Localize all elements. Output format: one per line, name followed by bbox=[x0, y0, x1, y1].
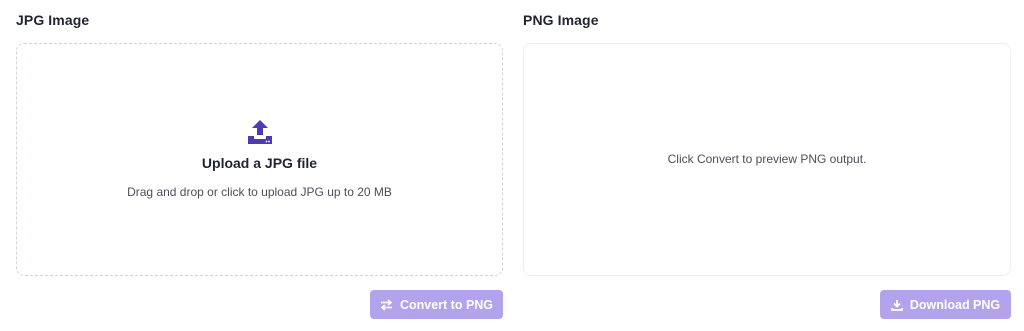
converter-root: JPG Image Upload a JPG file Drag and dro… bbox=[0, 0, 1024, 331]
upload-title: Upload a JPG file bbox=[201, 155, 318, 171]
convert-button-label: Convert to PNG bbox=[399, 297, 494, 312]
download-png-button[interactable]: Download PNG bbox=[880, 290, 1011, 319]
jpg-panel-title: JPG Image bbox=[16, 12, 90, 28]
download-icon bbox=[890, 299, 903, 311]
png-panel-title: PNG Image bbox=[523, 12, 599, 28]
upload-icon bbox=[246, 118, 274, 146]
png-preview-area: Click Convert to preview PNG output. bbox=[523, 43, 1011, 276]
swap-arrows-icon bbox=[380, 298, 393, 311]
download-button-label: Download PNG bbox=[909, 297, 1001, 312]
convert-to-png-button[interactable]: Convert to PNG bbox=[370, 290, 503, 319]
jpg-upload-dropzone[interactable]: Upload a JPG file Drag and drop or click… bbox=[16, 43, 503, 276]
upload-subtitle: Drag and drop or click to upload JPG up … bbox=[127, 185, 392, 199]
preview-placeholder: Click Convert to preview PNG output. bbox=[667, 152, 867, 166]
